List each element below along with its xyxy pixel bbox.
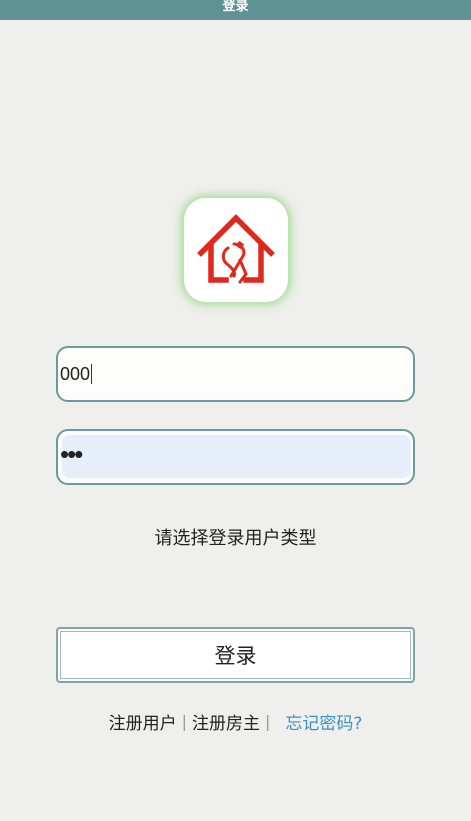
- register-landlord-link[interactable]: 注册房主: [192, 709, 260, 734]
- account-links: 注册用户 | 注册房主 | 忘记密码?: [0, 709, 471, 734]
- house-key-logo-icon: [197, 214, 275, 284]
- window-title: 登录: [222, 0, 249, 14]
- username-input[interactable]: 000: [60, 364, 90, 385]
- app-logo: [184, 198, 288, 302]
- window-titlebar: 登录: [0, 0, 471, 20]
- forgot-password-link[interactable]: 忘记密码?: [285, 709, 362, 734]
- link-separator: |: [181, 712, 187, 731]
- text-caret: [91, 364, 93, 384]
- password-input[interactable]: •••: [60, 439, 83, 470]
- password-field[interactable]: •••: [56, 429, 415, 485]
- username-field[interactable]: 000: [56, 346, 415, 402]
- link-separator: |: [264, 712, 271, 731]
- register-user-link[interactable]: 注册用户: [109, 709, 177, 734]
- user-type-selector[interactable]: 请选择登录用户类型: [0, 524, 471, 550]
- login-button[interactable]: 登录: [56, 627, 415, 683]
